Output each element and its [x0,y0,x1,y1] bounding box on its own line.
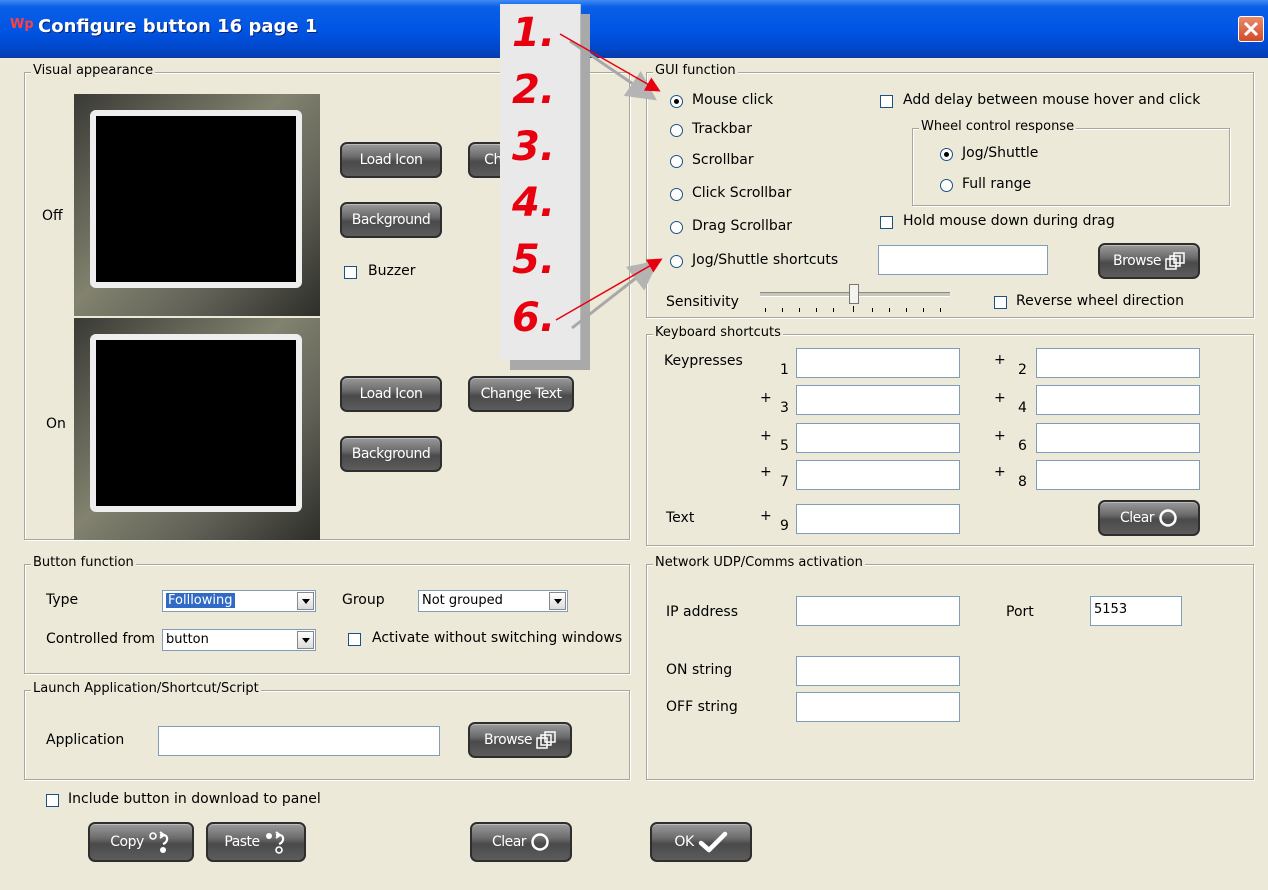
annotation-arrows [555,33,663,330]
